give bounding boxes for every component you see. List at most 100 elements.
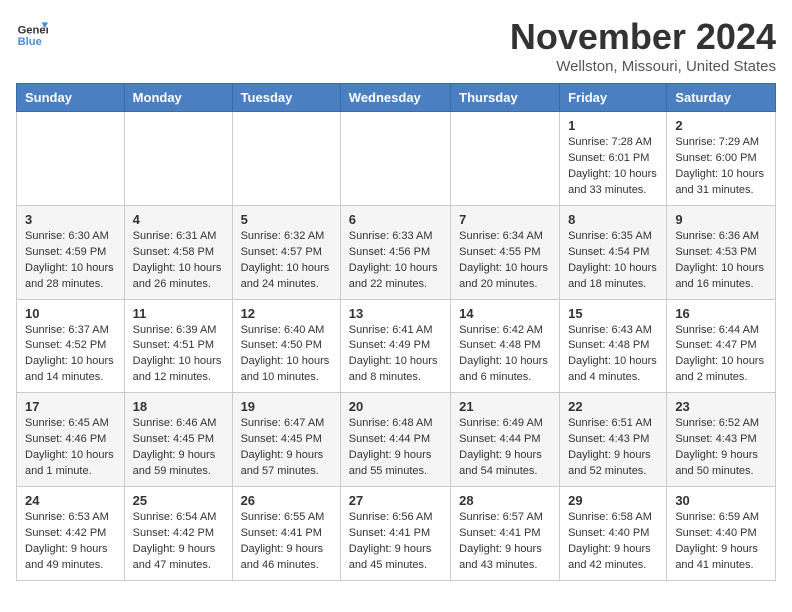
day-number: 5 bbox=[241, 212, 332, 227]
day-cell: 25Sunrise: 6:54 AM Sunset: 4:42 PM Dayli… bbox=[124, 487, 232, 581]
day-number: 27 bbox=[349, 493, 442, 508]
day-number: 8 bbox=[568, 212, 658, 227]
col-header-thursday: Thursday bbox=[451, 84, 560, 112]
day-cell: 24Sunrise: 6:53 AM Sunset: 4:42 PM Dayli… bbox=[17, 487, 125, 581]
day-number: 13 bbox=[349, 306, 442, 321]
day-number: 17 bbox=[25, 399, 116, 414]
day-number: 7 bbox=[459, 212, 551, 227]
day-info: Sunrise: 6:31 AM Sunset: 4:58 PM Dayligh… bbox=[133, 229, 224, 293]
day-number: 1 bbox=[568, 118, 658, 133]
day-cell bbox=[340, 112, 450, 206]
day-number: 23 bbox=[675, 399, 767, 414]
day-info: Sunrise: 6:41 AM Sunset: 4:49 PM Dayligh… bbox=[349, 323, 442, 387]
day-number: 2 bbox=[675, 118, 767, 133]
svg-text:Blue: Blue bbox=[18, 36, 42, 48]
day-info: Sunrise: 7:29 AM Sunset: 6:00 PM Dayligh… bbox=[675, 135, 767, 199]
day-info: Sunrise: 6:32 AM Sunset: 4:57 PM Dayligh… bbox=[241, 229, 332, 293]
day-info: Sunrise: 6:42 AM Sunset: 4:48 PM Dayligh… bbox=[459, 323, 551, 387]
day-info: Sunrise: 6:56 AM Sunset: 4:41 PM Dayligh… bbox=[349, 510, 442, 574]
day-number: 30 bbox=[675, 493, 767, 508]
day-number: 14 bbox=[459, 306, 551, 321]
day-cell bbox=[232, 112, 340, 206]
day-number: 24 bbox=[25, 493, 116, 508]
week-row-1: 1 Sunrise: 7:28 AM Sunset: 6:01 PM Daylig… bbox=[17, 112, 776, 206]
day-info: Sunrise: 6:35 AM Sunset: 4:54 PM Dayligh… bbox=[568, 229, 658, 293]
col-header-monday: Monday bbox=[124, 84, 232, 112]
day-cell: 1 Sunrise: 7:28 AM Sunset: 6:01 PM Daylig… bbox=[560, 112, 667, 206]
logo-icon: General Blue bbox=[16, 16, 48, 48]
day-cell: 17 Sunrise: 6:45 AM Sunset: 4:46 PM Dayli… bbox=[17, 393, 125, 487]
day-info: Sunrise: 6:40 AM Sunset: 4:50 PM Dayligh… bbox=[241, 323, 332, 387]
day-info: Sunrise: 6:34 AM Sunset: 4:55 PM Dayligh… bbox=[459, 229, 551, 293]
day-cell: 28Sunrise: 6:57 AM Sunset: 4:41 PM Dayli… bbox=[451, 487, 560, 581]
day-info: Sunrise: 6:49 AM Sunset: 4:44 PM Dayligh… bbox=[459, 416, 551, 480]
day-info: Sunrise: 6:39 AM Sunset: 4:51 PM Dayligh… bbox=[133, 323, 224, 387]
week-row-2: 3Sunrise: 6:30 AM Sunset: 4:59 PM Daylig… bbox=[17, 205, 776, 299]
col-header-sunday: Sunday bbox=[17, 84, 125, 112]
day-cell: 16 Sunrise: 6:44 AM Sunset: 4:47 PM Dayli… bbox=[667, 299, 776, 393]
day-info: Sunrise: 7:28 AM Sunset: 6:01 PM Dayligh… bbox=[568, 135, 658, 199]
day-cell: 20Sunrise: 6:48 AM Sunset: 4:44 PM Dayli… bbox=[340, 393, 450, 487]
day-number: 15 bbox=[568, 306, 658, 321]
col-header-wednesday: Wednesday bbox=[340, 84, 450, 112]
calendar-table: SundayMondayTuesdayWednesdayThursdayFrid… bbox=[16, 83, 776, 581]
day-number: 26 bbox=[241, 493, 332, 508]
col-header-friday: Friday bbox=[560, 84, 667, 112]
day-cell: 2 Sunrise: 7:29 AM Sunset: 6:00 PM Daylig… bbox=[667, 112, 776, 206]
day-number: 4 bbox=[133, 212, 224, 227]
day-cell: 7 Sunrise: 6:34 AM Sunset: 4:55 PM Daylig… bbox=[451, 205, 560, 299]
day-number: 25 bbox=[133, 493, 224, 508]
day-cell: 29 Sunrise: 6:58 AM Sunset: 4:40 PM Dayli… bbox=[560, 487, 667, 581]
header-row: SundayMondayTuesdayWednesdayThursdayFrid… bbox=[17, 84, 776, 112]
day-info: Sunrise: 6:44 AM Sunset: 4:47 PM Dayligh… bbox=[675, 323, 767, 387]
day-info: Sunrise: 6:46 AM Sunset: 4:45 PM Dayligh… bbox=[133, 416, 224, 480]
week-row-4: 17 Sunrise: 6:45 AM Sunset: 4:46 PM Dayli… bbox=[17, 393, 776, 487]
day-number: 29 bbox=[568, 493, 658, 508]
day-number: 28 bbox=[459, 493, 551, 508]
day-cell: 19Sunrise: 6:47 AM Sunset: 4:45 PM Dayli… bbox=[232, 393, 340, 487]
day-cell: 27 Sunrise: 6:56 AM Sunset: 4:41 PM Dayli… bbox=[340, 487, 450, 581]
title-area: November 2024 Wellston, Missouri, United… bbox=[510, 16, 776, 75]
day-number: 11 bbox=[133, 306, 224, 321]
day-number: 21 bbox=[459, 399, 551, 414]
day-cell: 4 Sunrise: 6:31 AM Sunset: 4:58 PM Daylig… bbox=[124, 205, 232, 299]
day-cell: 6 Sunrise: 6:33 AM Sunset: 4:56 PM Daylig… bbox=[340, 205, 450, 299]
day-info: Sunrise: 6:45 AM Sunset: 4:46 PM Dayligh… bbox=[25, 416, 116, 480]
day-cell: 22Sunrise: 6:51 AM Sunset: 4:43 PM Dayli… bbox=[560, 393, 667, 487]
day-info: Sunrise: 6:36 AM Sunset: 4:53 PM Dayligh… bbox=[675, 229, 767, 293]
day-number: 10 bbox=[25, 306, 116, 321]
header: General Blue November 2024 Wellston, Mis… bbox=[16, 16, 776, 75]
day-cell: 30 Sunrise: 6:59 AM Sunset: 4:40 PM Dayli… bbox=[667, 487, 776, 581]
day-cell: 26 Sunrise: 6:55 AM Sunset: 4:41 PM Dayli… bbox=[232, 487, 340, 581]
day-cell: 5 Sunrise: 6:32 AM Sunset: 4:57 PM Daylig… bbox=[232, 205, 340, 299]
day-number: 3 bbox=[25, 212, 116, 227]
col-header-saturday: Saturday bbox=[667, 84, 776, 112]
svg-text:General: General bbox=[18, 25, 48, 37]
day-cell: 3Sunrise: 6:30 AM Sunset: 4:59 PM Daylig… bbox=[17, 205, 125, 299]
day-info: Sunrise: 6:51 AM Sunset: 4:43 PM Dayligh… bbox=[568, 416, 658, 480]
day-cell: 21 Sunrise: 6:49 AM Sunset: 4:44 PM Dayli… bbox=[451, 393, 560, 487]
day-info: Sunrise: 6:58 AM Sunset: 4:40 PM Dayligh… bbox=[568, 510, 658, 574]
day-cell: 8 Sunrise: 6:35 AM Sunset: 4:54 PM Daylig… bbox=[560, 205, 667, 299]
day-info: Sunrise: 6:33 AM Sunset: 4:56 PM Dayligh… bbox=[349, 229, 442, 293]
day-number: 18 bbox=[133, 399, 224, 414]
day-number: 12 bbox=[241, 306, 332, 321]
day-number: 6 bbox=[349, 212, 442, 227]
day-cell: 14 Sunrise: 6:42 AM Sunset: 4:48 PM Dayli… bbox=[451, 299, 560, 393]
day-cell: 13 Sunrise: 6:41 AM Sunset: 4:49 PM Dayli… bbox=[340, 299, 450, 393]
day-cell: 10Sunrise: 6:37 AM Sunset: 4:52 PM Dayli… bbox=[17, 299, 125, 393]
day-cell: 15Sunrise: 6:43 AM Sunset: 4:48 PM Dayli… bbox=[560, 299, 667, 393]
col-header-tuesday: Tuesday bbox=[232, 84, 340, 112]
day-info: Sunrise: 6:55 AM Sunset: 4:41 PM Dayligh… bbox=[241, 510, 332, 574]
day-info: Sunrise: 6:52 AM Sunset: 4:43 PM Dayligh… bbox=[675, 416, 767, 480]
day-cell: 18 Sunrise: 6:46 AM Sunset: 4:45 PM Dayli… bbox=[124, 393, 232, 487]
day-info: Sunrise: 6:59 AM Sunset: 4:40 PM Dayligh… bbox=[675, 510, 767, 574]
location-subtitle: Wellston, Missouri, United States bbox=[510, 58, 776, 75]
day-cell: 9Sunrise: 6:36 AM Sunset: 4:53 PM Daylig… bbox=[667, 205, 776, 299]
month-title: November 2024 bbox=[510, 16, 776, 58]
day-cell bbox=[451, 112, 560, 206]
week-row-3: 10Sunrise: 6:37 AM Sunset: 4:52 PM Dayli… bbox=[17, 299, 776, 393]
week-row-5: 24Sunrise: 6:53 AM Sunset: 4:42 PM Dayli… bbox=[17, 487, 776, 581]
day-cell: 23 Sunrise: 6:52 AM Sunset: 4:43 PM Dayli… bbox=[667, 393, 776, 487]
day-number: 16 bbox=[675, 306, 767, 321]
